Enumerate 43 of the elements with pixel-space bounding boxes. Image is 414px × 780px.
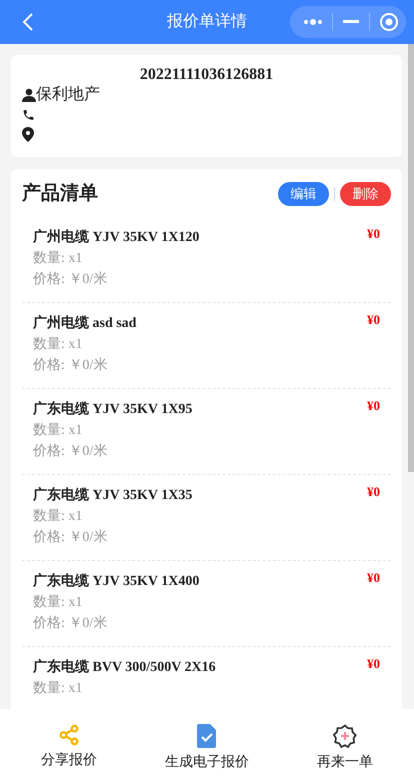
product-quantity: 数量: x1 <box>33 508 84 526</box>
product-total: ¥0 <box>367 398 380 415</box>
person-icon <box>22 88 36 102</box>
edit-button[interactable]: 编辑 <box>278 182 329 206</box>
location-pin-icon <box>22 126 34 142</box>
product-quantity: 数量: x1 <box>33 594 84 612</box>
product-name: 广东电缆 YJV 35KV 1X400 <box>33 572 200 591</box>
product-total: ¥0 <box>367 226 380 243</box>
more-icon[interactable] <box>303 18 323 26</box>
product-price: 价格: ￥0/米 <box>33 270 108 289</box>
product-total: ¥0 <box>367 484 380 501</box>
scrollbar[interactable] <box>408 44 414 472</box>
product-quantity: 数量: x1 <box>33 250 84 268</box>
customer-name: 保利地产 <box>36 85 100 105</box>
product-price: 价格: ￥0/米 <box>33 614 108 633</box>
phone-icon <box>22 108 35 122</box>
product-total: ¥0 <box>367 570 380 587</box>
page-title: 报价单详情 <box>167 12 247 32</box>
product-name: 广州电缆 YJV 35KV 1X120 <box>33 228 200 247</box>
product-total: ¥0 <box>367 656 380 673</box>
product-quantity: 数量: x1 <box>33 680 84 698</box>
product-price: 价格: ￥0/米 <box>33 442 108 461</box>
minimize-icon[interactable] <box>343 20 359 24</box>
product-name: 广东电缆 YJV 35KV 1X35 <box>33 486 194 505</box>
product-price: 价格: ￥0/米 <box>33 356 108 375</box>
product-total: ¥0 <box>367 312 380 329</box>
product-name: 广东电缆 YJV 35KV 1X95 <box>33 400 194 419</box>
order-number: 20221111036126881 <box>138 65 274 85</box>
close-icon[interactable] <box>379 12 399 32</box>
footer-tab[interactable]: 再来一单 <box>276 709 414 780</box>
back-icon[interactable] <box>22 13 34 31</box>
footer-tab[interactable]: 分享报价 <box>0 709 138 780</box>
product-quantity: 数量: x1 <box>33 422 84 440</box>
product-price: 价格: ￥0/米 <box>33 528 108 547</box>
product-quantity: 数量: x1 <box>33 336 84 354</box>
footer-tab[interactable]: 生成电子报价 <box>138 709 276 780</box>
badge-plus-icon <box>333 724 357 748</box>
product-name: 广州电缆 asd sad <box>33 314 138 333</box>
document-check-icon <box>196 724 218 748</box>
product-name: 广东电缆 BVV 300/500V 2X16 <box>33 658 217 677</box>
section-title: 产品清单 <box>22 182 99 206</box>
share-icon <box>58 724 80 746</box>
delete-button[interactable]: 删除 <box>340 182 391 206</box>
